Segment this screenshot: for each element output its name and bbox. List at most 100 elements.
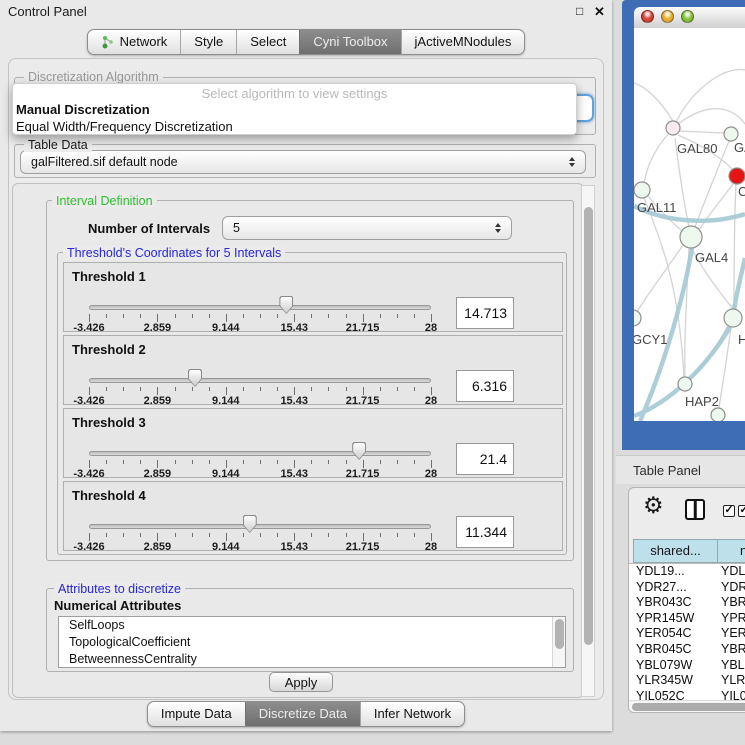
slider-tick xyxy=(175,387,176,391)
network-node[interactable] xyxy=(678,377,692,391)
slider-tick xyxy=(414,533,415,537)
threshold-value-field[interactable]: 6.316 xyxy=(456,370,514,402)
table-row[interactable]: YBR043CYBR0 xyxy=(629,595,745,611)
minimize-traffic-light-icon[interactable] xyxy=(661,10,674,23)
tab-style[interactable]: Style xyxy=(180,30,236,54)
cell-name: YBL0 xyxy=(721,658,745,672)
table-row[interactable]: YER054CYER0 xyxy=(629,626,745,642)
slider-scale-label: -3.426 xyxy=(73,468,104,480)
tab-select[interactable]: Select xyxy=(236,30,299,54)
tab-label: jActiveMNodules xyxy=(415,34,512,49)
threshold-value-field[interactable]: 21.4 xyxy=(456,443,514,475)
slider-tick xyxy=(363,460,364,468)
attributes-scrollbar-thumb[interactable] xyxy=(555,619,564,649)
column-header-shared[interactable]: shared... xyxy=(633,539,718,563)
checkbox-icon[interactable]: ✓ xyxy=(738,505,745,517)
checkbox-icon[interactable]: ✓ xyxy=(723,505,735,517)
attributes-scrollbar[interactable] xyxy=(552,617,565,667)
attribute-item-topologicalcoefficient[interactable]: TopologicalCoefficient xyxy=(59,634,565,651)
threshold-value-field[interactable]: 14.713 xyxy=(456,297,514,329)
numerical-attributes-list[interactable]: SelfLoopsTopologicalCoefficientBetweenne… xyxy=(58,616,566,668)
slider-scale-label: 2.859 xyxy=(144,395,172,407)
table-data-combobox[interactable]: galFiltered.sif default node xyxy=(20,150,586,174)
threshold-value-field[interactable]: 11.344 xyxy=(456,516,514,548)
slider-tick xyxy=(157,314,158,322)
slider-tick xyxy=(106,387,107,391)
slider-tick xyxy=(157,387,158,395)
table-horizontal-scrollbar[interactable] xyxy=(629,700,745,713)
float-window-icon[interactable]: □ xyxy=(576,4,583,18)
slider-tick xyxy=(226,460,227,468)
threshold-slider-track[interactable] xyxy=(89,305,431,310)
threshold-slider-thumb[interactable] xyxy=(243,515,257,533)
table-row[interactable]: YPR145WYPR1 xyxy=(629,611,745,627)
threshold-slider-thumb[interactable] xyxy=(352,442,366,460)
slider-tick xyxy=(123,314,124,318)
attribute-item-selfloops[interactable]: SelfLoops xyxy=(59,617,565,634)
threshold-slider-track[interactable] xyxy=(89,524,431,529)
network-node[interactable] xyxy=(680,226,702,248)
network-node[interactable] xyxy=(729,168,745,184)
tab-network[interactable]: Network xyxy=(88,30,181,54)
cell-name: YDR2 xyxy=(721,580,745,594)
table-scrollbar-thumb[interactable] xyxy=(632,703,745,711)
cell-name: YLR3 xyxy=(721,673,745,687)
tab-discretize-data[interactable]: Discretize Data xyxy=(245,702,360,726)
network-canvas[interactable]: GAL80GACGAL11GAL4GCY1HHAP2 xyxy=(634,28,745,421)
slider-tick xyxy=(431,387,432,395)
slider-thumb-face xyxy=(353,443,365,459)
split-table-icon[interactable] xyxy=(685,499,705,520)
tab-cyni-toolbox[interactable]: Cyni Toolbox xyxy=(299,30,400,54)
network-node[interactable] xyxy=(666,121,680,135)
column-header-name[interactable]: na xyxy=(717,539,745,563)
slider-tick xyxy=(311,387,312,391)
slider-tick xyxy=(192,387,193,391)
tab-infer-network[interactable]: Infer Network xyxy=(360,702,464,726)
slider-tick xyxy=(397,460,398,464)
slider-tick xyxy=(294,533,295,541)
slider-tick xyxy=(277,460,278,464)
bottom-tab-row: Impute DataDiscretize DataInfer Network xyxy=(0,701,612,727)
apply-button[interactable]: Apply xyxy=(269,672,333,692)
zoom-traffic-light-icon[interactable] xyxy=(681,10,694,23)
thresholds-group-title: Threshold's Coordinates for 5 Intervals xyxy=(63,246,285,260)
slider-tick xyxy=(431,460,432,468)
slider-scale-label: 15.43 xyxy=(280,322,308,334)
threshold-slider-thumb[interactable] xyxy=(279,296,293,314)
slider-tick xyxy=(209,314,210,318)
network-node[interactable] xyxy=(634,182,650,198)
threshold-slider-track[interactable] xyxy=(89,451,431,456)
slider-tick xyxy=(140,314,141,318)
slider-tick xyxy=(260,460,261,464)
main-vertical-scrollbar[interactable] xyxy=(581,185,595,697)
close-traffic-light-icon[interactable] xyxy=(641,10,654,23)
table-row[interactable]: YDR27...YDR2 xyxy=(629,580,745,596)
slider-tick xyxy=(226,387,227,395)
network-node[interactable] xyxy=(711,408,725,421)
slider-tick xyxy=(328,387,329,391)
tab-impute-data[interactable]: Impute Data xyxy=(148,702,245,726)
table-rows[interactable]: YDL19...YDL1YDR27...YDR2YBR043CYBR0YPR14… xyxy=(629,563,745,701)
threshold-slider-thumb[interactable] xyxy=(188,369,202,387)
tab-label: Select xyxy=(250,34,286,49)
algorithm-option-manual-discretization[interactable]: Manual Discretization xyxy=(13,101,576,118)
network-node[interactable] xyxy=(724,127,738,141)
slider-tick xyxy=(243,533,244,537)
attribute-item-betweennesscentrality[interactable]: BetweennessCentrality xyxy=(59,651,565,668)
table-row[interactable]: YBL079WYBL0 xyxy=(629,658,745,674)
table-row[interactable]: YBR045CYBR0 xyxy=(629,642,745,658)
main-scrollbar-thumb[interactable] xyxy=(584,207,593,645)
algorithm-option-equal-width-frequency-discretization[interactable]: Equal Width/Frequency Discretization xyxy=(13,118,576,135)
slider-scale-label: 28 xyxy=(425,541,437,553)
close-icon[interactable]: ✕ xyxy=(594,4,605,20)
tab-jactivemnodules[interactable]: jActiveMNodules xyxy=(401,30,525,54)
table-row[interactable]: YDL19...YDL1 xyxy=(629,564,745,580)
network-node[interactable] xyxy=(634,310,641,326)
number-of-intervals-combobox[interactable]: 5 xyxy=(222,216,512,240)
threshold-slider-track[interactable] xyxy=(89,378,431,383)
slider-tick xyxy=(380,314,381,318)
network-node[interactable] xyxy=(724,309,742,327)
table-row[interactable]: YLR345WYLR3 xyxy=(629,673,745,689)
slider-scale-label: 9.144 xyxy=(212,395,240,407)
gear-icon[interactable]: ⚙ xyxy=(643,492,664,519)
